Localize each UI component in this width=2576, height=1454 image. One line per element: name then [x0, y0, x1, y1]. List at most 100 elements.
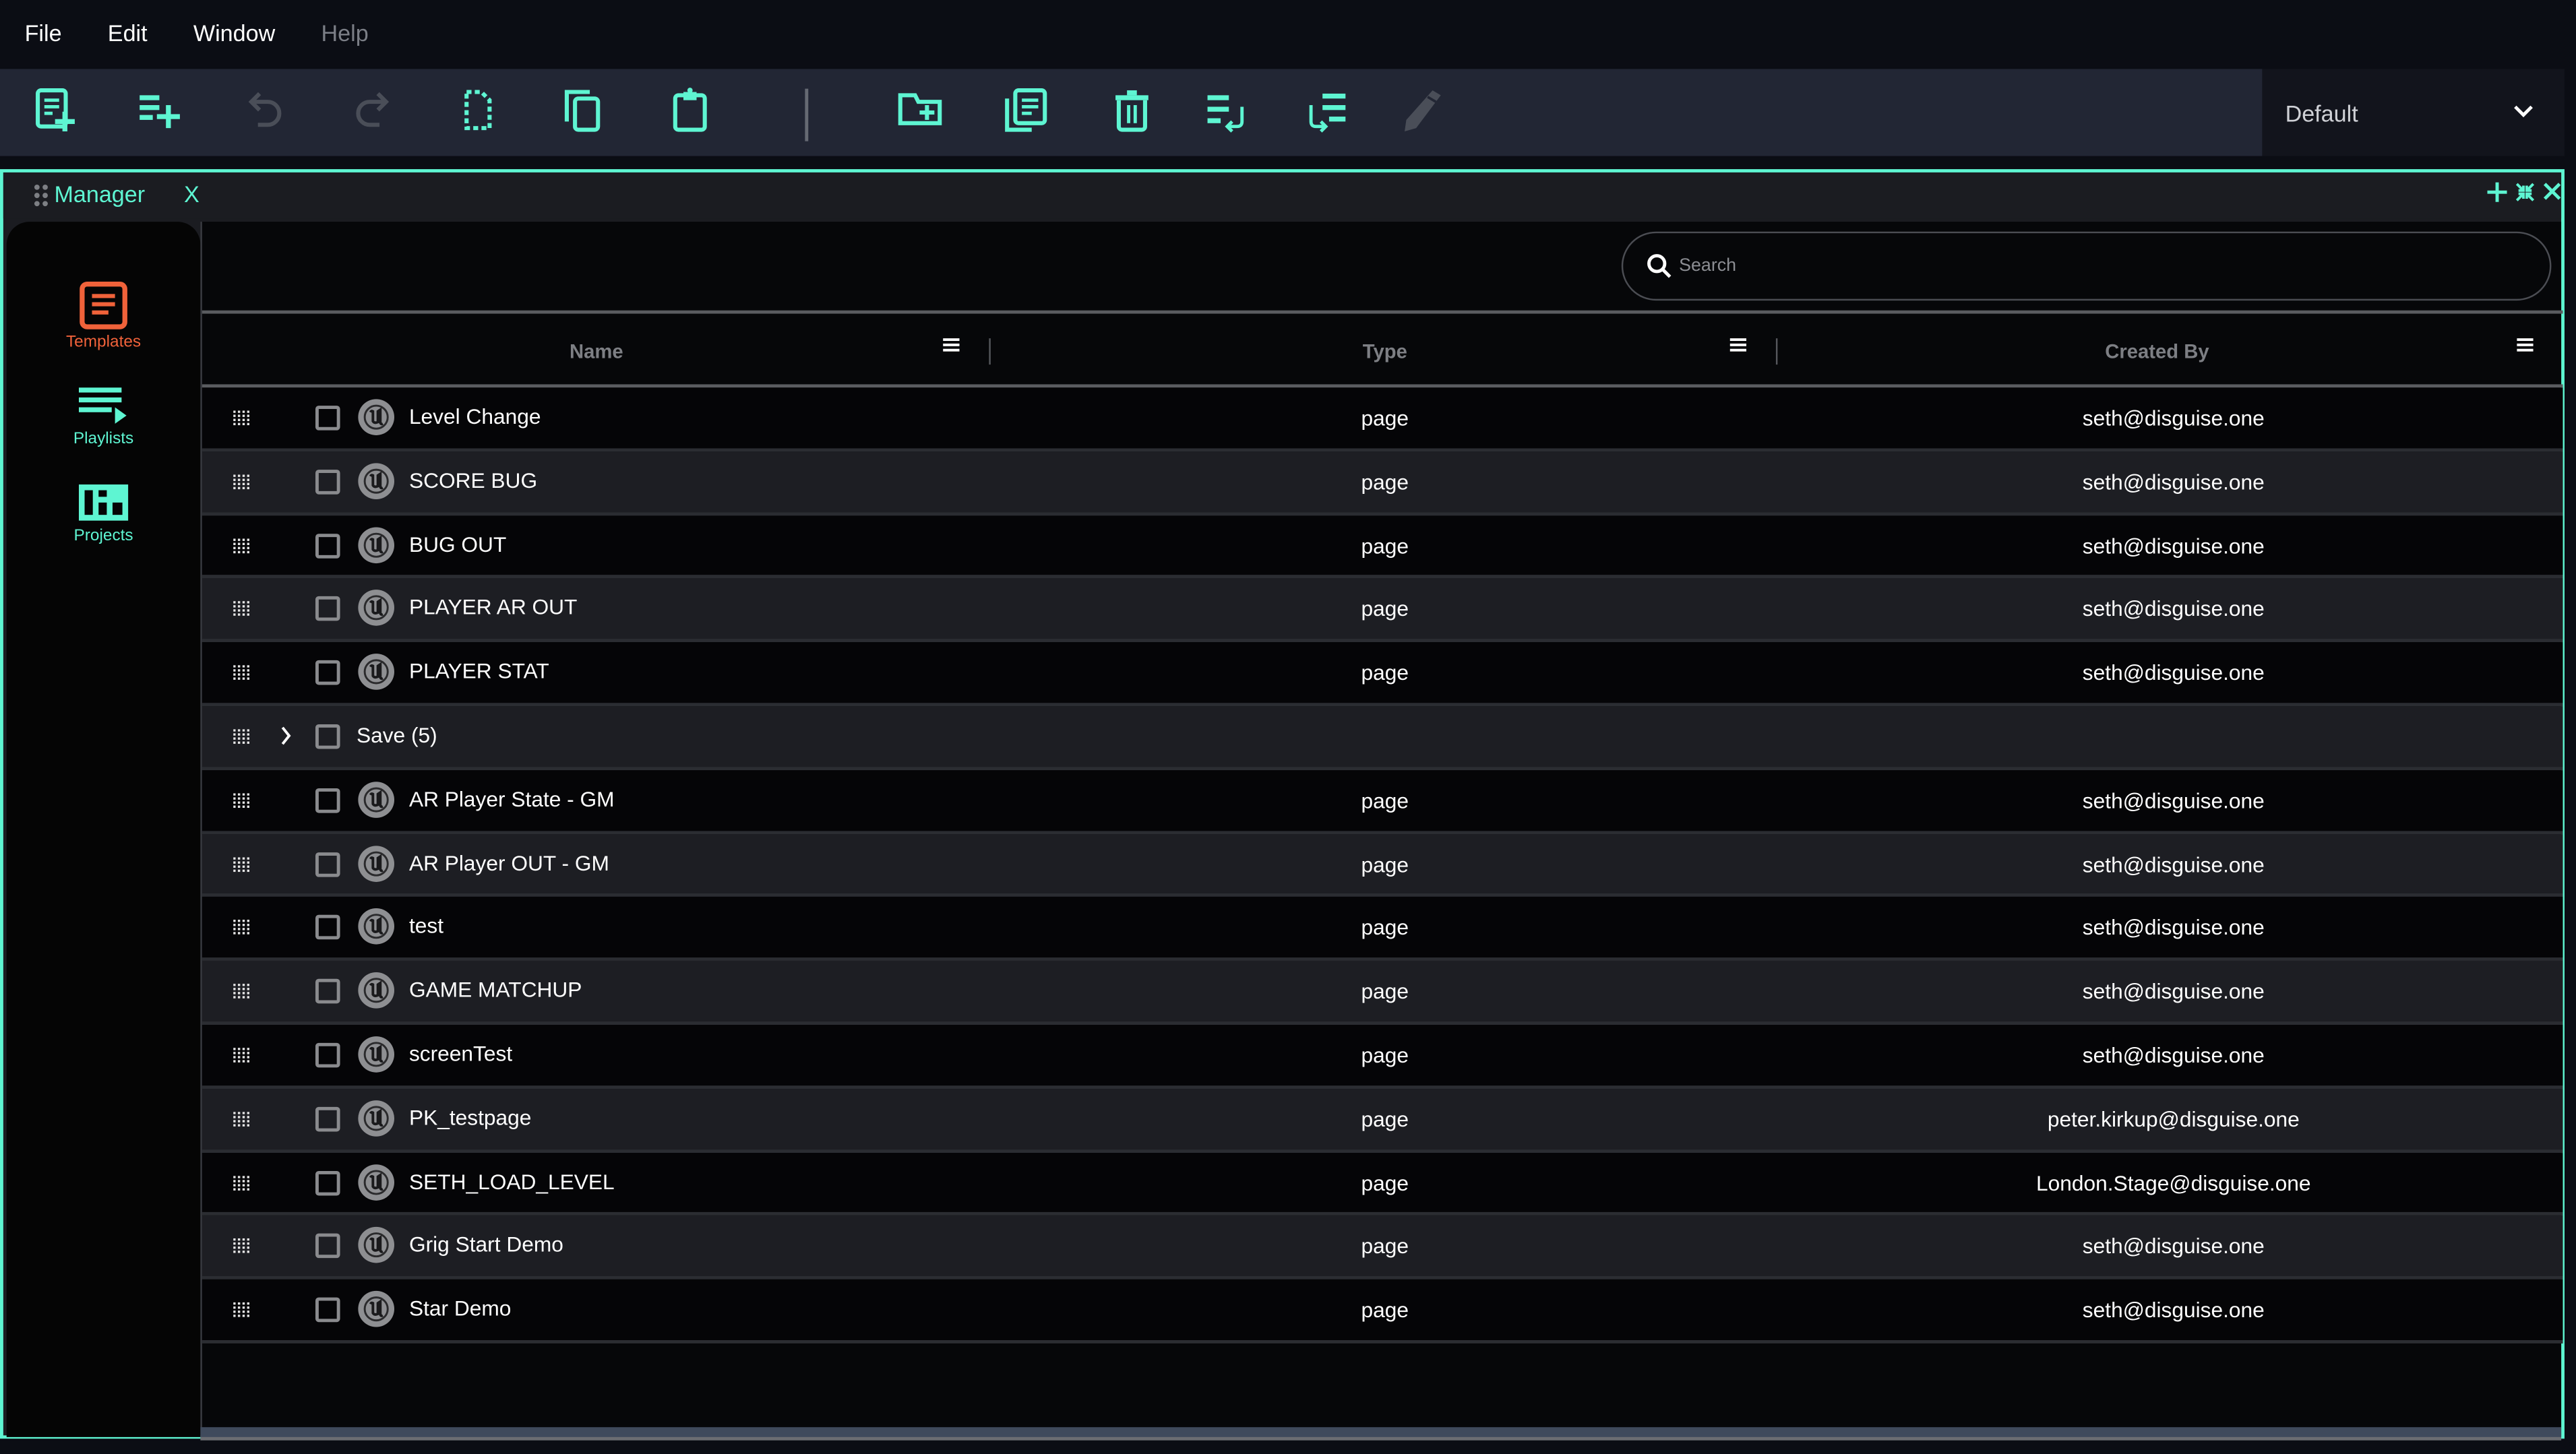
row-checkbox[interactable] — [315, 788, 340, 813]
sidebar-item-playlists[interactable]: Playlists — [7, 384, 201, 448]
table-row[interactable]: PK_testpage page peter.kirkup@disguise.o… — [202, 1088, 2563, 1153]
cut-button[interactable] — [450, 82, 506, 138]
row-type: page — [1361, 1298, 1409, 1323]
drag-handle-icon[interactable] — [233, 1238, 250, 1254]
column-menu-icon[interactable] — [2517, 337, 2534, 353]
duplicate-button[interactable] — [999, 82, 1055, 138]
move-up-button[interactable] — [1298, 82, 1354, 138]
column-menu-icon[interactable] — [1729, 337, 1747, 353]
row-type: page — [1361, 1170, 1409, 1195]
row-checkbox[interactable] — [315, 979, 340, 1004]
menu-window[interactable]: Window — [193, 20, 275, 46]
drag-handle-icon[interactable] — [233, 602, 250, 617]
table-group-row[interactable]: Save (5) — [202, 706, 2563, 770]
playlists-icon — [79, 387, 127, 424]
column-menu-icon[interactable] — [943, 337, 960, 353]
column-header-type[interactable]: Type — [991, 314, 1779, 388]
drag-handle-icon[interactable] — [233, 410, 250, 426]
panel-tab-close-button[interactable]: X — [184, 181, 200, 207]
sidebar-item-projects[interactable]: Projects — [7, 481, 201, 545]
manager-panel: Manager X Templates Playlists Projects S… — [0, 169, 2565, 1441]
row-name: Level Change — [408, 404, 541, 429]
table-row[interactable]: Star Demo page seth@disguise.one — [202, 1279, 2563, 1344]
search-input[interactable] — [1679, 256, 2501, 276]
move-up-icon — [1309, 93, 1346, 133]
edit-button[interactable] — [1393, 82, 1449, 138]
drag-handle-icon[interactable] — [233, 474, 250, 489]
move-down-button[interactable] — [1199, 82, 1255, 138]
table-row[interactable]: PLAYER AR OUT page seth@disguise.one — [202, 578, 2563, 643]
row-created-by: seth@disguise.one — [2082, 1234, 2265, 1259]
column-resize-handle[interactable] — [1775, 338, 1778, 365]
row-name: AR Player State - GM — [408, 786, 615, 811]
table-row[interactable]: SETH_LOAD_LEVEL page London.Stage@disgui… — [202, 1152, 2563, 1216]
add-to-list-button[interactable] — [131, 82, 187, 138]
search-icon — [1647, 254, 1672, 278]
row-checkbox[interactable] — [315, 660, 340, 685]
drag-handle-icon[interactable] — [233, 792, 250, 808]
table-row[interactable]: AR Player State - GM page seth@disguise.… — [202, 769, 2563, 834]
drag-handle-icon[interactable] — [233, 1302, 250, 1318]
redo-button[interactable] — [343, 82, 399, 138]
row-checkbox[interactable] — [315, 469, 340, 495]
row-created-by: seth@disguise.one — [2082, 469, 2265, 495]
drag-handle-icon[interactable] — [233, 1175, 250, 1190]
drag-handle-icon[interactable] — [233, 920, 250, 935]
column-header-name[interactable]: Name — [202, 314, 991, 388]
row-checkbox[interactable] — [315, 724, 340, 749]
row-checkbox[interactable] — [315, 1234, 340, 1259]
menu-edit[interactable]: Edit — [108, 20, 148, 46]
add-panel-icon[interactable] — [2487, 182, 2507, 202]
table-row[interactable]: PLAYER STAT page seth@disguise.one — [202, 642, 2563, 707]
table-row[interactable]: Grig Start Demo page seth@disguise.one — [202, 1215, 2563, 1280]
row-checkbox[interactable] — [315, 1106, 340, 1131]
table-row[interactable]: screenTest page seth@disguise.one — [202, 1024, 2563, 1089]
row-checkbox[interactable] — [315, 1170, 340, 1195]
new-folder-button[interactable] — [892, 82, 948, 138]
row-checkbox[interactable] — [315, 596, 340, 622]
drag-handle-icon[interactable] — [233, 729, 250, 744]
drag-handle-icon[interactable] — [233, 538, 250, 553]
close-panel-icon[interactable] — [2543, 183, 2561, 201]
layout-select-value: Default — [2285, 99, 2358, 126]
paste-button[interactable] — [662, 82, 718, 138]
table-row[interactable]: BUG OUT page seth@disguise.one — [202, 515, 2563, 579]
unreal-engine-icon — [358, 845, 394, 881]
search-box[interactable] — [1621, 231, 2552, 301]
row-created-by: seth@disguise.one — [2082, 533, 2265, 558]
chevron-right-icon[interactable] — [278, 724, 294, 747]
column-header-created-by[interactable]: Created By — [1779, 314, 2535, 388]
row-checkbox[interactable] — [315, 1298, 340, 1323]
drag-grip-icon[interactable] — [33, 184, 49, 207]
row-checkbox[interactable] — [315, 915, 340, 941]
copy-button[interactable] — [555, 82, 611, 138]
collapse-panel-icon[interactable] — [2515, 183, 2535, 202]
layout-select[interactable]: Default — [2262, 69, 2565, 156]
table-row[interactable]: AR Player OUT - GM page seth@disguise.on… — [202, 833, 2563, 897]
sidebar-item-templates[interactable]: Templates — [7, 281, 201, 352]
new-template-button[interactable] — [26, 82, 82, 138]
row-checkbox[interactable] — [315, 533, 340, 558]
menu-file[interactable]: File — [25, 20, 62, 46]
row-type: page — [1361, 1042, 1409, 1068]
drag-handle-icon[interactable] — [233, 1048, 250, 1063]
drag-handle-icon[interactable] — [233, 984, 250, 999]
undo-button[interactable] — [238, 82, 294, 138]
unreal-engine-icon — [358, 399, 394, 435]
drag-handle-icon[interactable] — [233, 665, 250, 681]
drag-handle-icon[interactable] — [233, 856, 250, 872]
table-row[interactable]: test page seth@disguise.one — [202, 897, 2563, 961]
row-checkbox[interactable] — [315, 1042, 340, 1068]
row-checkbox[interactable] — [315, 406, 340, 431]
unreal-engine-icon — [358, 654, 394, 691]
table-row[interactable]: Level Change page seth@disguise.one — [202, 387, 2563, 451]
table-row[interactable]: GAME MATCHUP page seth@disguise.one — [202, 961, 2563, 1025]
row-checkbox[interactable] — [315, 852, 340, 877]
horizontal-scrollbar[interactable] — [200, 1427, 2562, 1441]
drag-handle-icon[interactable] — [233, 1111, 250, 1127]
menu-help[interactable]: Help — [321, 20, 368, 46]
templates-table: Name Type Created By Level Change page s… — [202, 310, 2563, 1344]
delete-button[interactable] — [1104, 82, 1160, 138]
table-row[interactable]: SCORE BUG page seth@disguise.one — [202, 451, 2563, 515]
copy-icon — [564, 90, 601, 132]
